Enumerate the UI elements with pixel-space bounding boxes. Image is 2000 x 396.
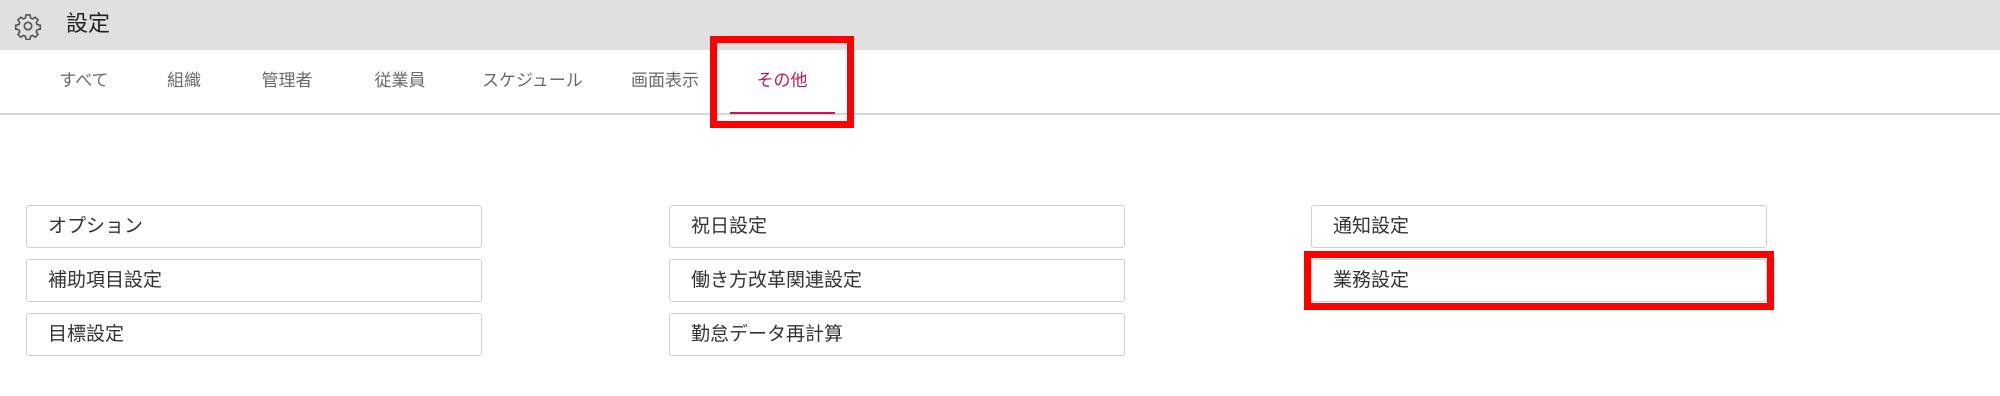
holiday-settings-button[interactable]: 祝日設定 bbox=[669, 205, 1125, 248]
header-bar: 設定 bbox=[0, 0, 2000, 50]
gear-icon[interactable] bbox=[13, 12, 43, 40]
tab-organization[interactable]: 組織 bbox=[160, 50, 208, 113]
target-settings-button[interactable]: 目標設定 bbox=[26, 313, 482, 356]
business-settings-highlight-box bbox=[1304, 251, 1774, 310]
tab-highlight-box bbox=[710, 36, 854, 128]
page-title: 設定 bbox=[66, 12, 111, 37]
settings-page: 設定 すべて 組織 管理者 従業員 スケジュール 画面表示 その他 オプション … bbox=[0, 0, 2000, 396]
tab-administrator[interactable]: 管理者 bbox=[258, 50, 316, 113]
tab-all[interactable]: すべて bbox=[52, 50, 116, 113]
notification-settings-button[interactable]: 通知設定 bbox=[1311, 205, 1767, 248]
option-button[interactable]: オプション bbox=[26, 205, 482, 248]
tab-schedule[interactable]: スケジュール bbox=[482, 50, 583, 113]
work-style-reform-settings-button[interactable]: 働き方改革関連設定 bbox=[669, 259, 1125, 302]
tab-display[interactable]: 画面表示 bbox=[627, 50, 703, 113]
auxiliary-item-settings-button[interactable]: 補助項目設定 bbox=[26, 259, 482, 302]
tab-bar: すべて 組織 管理者 従業員 スケジュール 画面表示 その他 bbox=[0, 50, 2000, 115]
attendance-recalculation-button[interactable]: 勤怠データ再計算 bbox=[669, 313, 1125, 356]
tab-employee[interactable]: 従業員 bbox=[371, 50, 429, 113]
